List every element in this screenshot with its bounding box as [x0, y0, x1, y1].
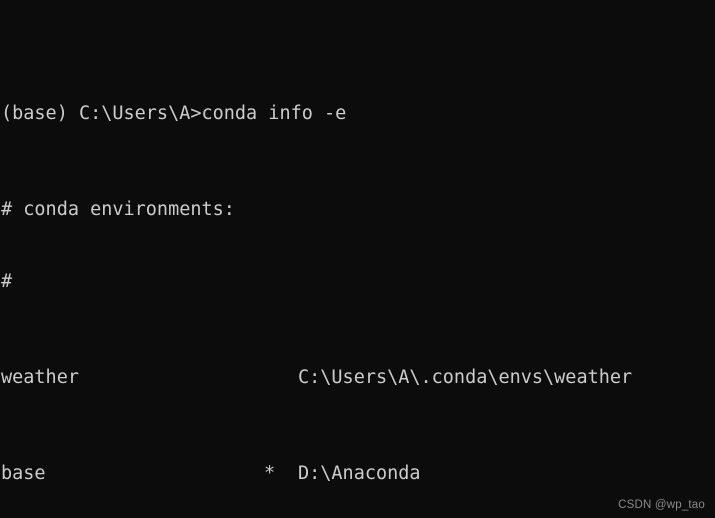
- env-name: base: [1, 463, 46, 484]
- env-path: C:\Users\A\.conda\envs\weather: [298, 367, 633, 388]
- command-text: conda info -e: [201, 103, 347, 124]
- terminal-window[interactable]: (base) C:\Users\A>conda info -e # conda …: [0, 0, 715, 518]
- watermark: CSDN @wp_tao: [618, 499, 705, 511]
- env-active-marker: *: [264, 463, 276, 484]
- shell-prompt: (base) C:\Users\A>: [1, 103, 202, 124]
- terminal-screen: (base) C:\Users\A>conda info -e # conda …: [1, 6, 715, 518]
- output-header-line: #: [1, 271, 13, 292]
- env-path: D:\Anaconda: [298, 463, 421, 484]
- env-row: weather C:\Users\A\.conda\envs\weather: [1, 366, 715, 390]
- env-name: weather: [1, 367, 79, 388]
- env-row: base * D:\Anaconda: [1, 462, 715, 486]
- prompt-line: (base) C:\Users\A>conda info -e: [1, 102, 715, 126]
- output-header-line: # conda environments:: [1, 199, 235, 220]
